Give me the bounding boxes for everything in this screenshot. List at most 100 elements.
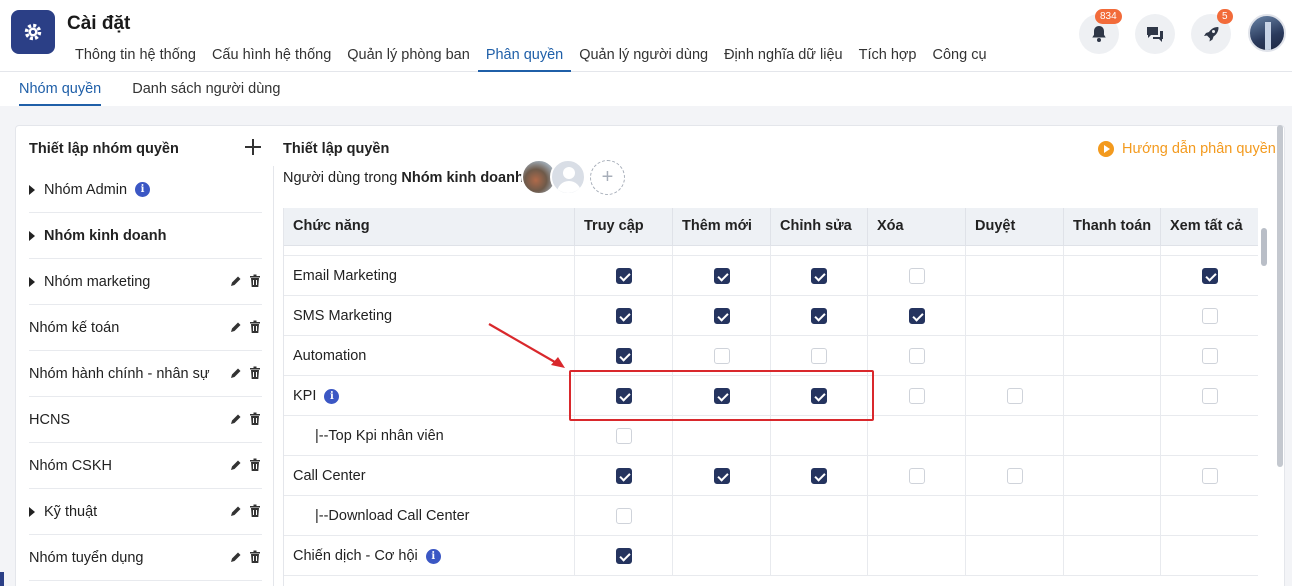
- permission-checkbox[interactable]: [811, 268, 827, 284]
- edit-pencil-icon[interactable]: [229, 504, 243, 518]
- nav-thong-tin-he-thong[interactable]: Thông tin hệ thống: [67, 38, 204, 72]
- annotation-highlight-box: [569, 370, 874, 421]
- permission-checkbox[interactable]: [615, 428, 632, 444]
- edit-pencil-icon[interactable]: [229, 320, 243, 334]
- settings-gear-icon[interactable]: [11, 10, 55, 54]
- permissions-title: Thiết lập quyền: [283, 141, 390, 157]
- permission-checkbox[interactable]: [908, 348, 925, 364]
- group-item-tuyen-dung[interactable]: Nhóm tuyển dụng: [29, 535, 262, 581]
- member-avatar-placeholder[interactable]: [550, 159, 586, 195]
- permission-checkbox[interactable]: [615, 348, 632, 364]
- edit-pencil-icon[interactable]: [229, 274, 243, 288]
- caret-right-icon[interactable]: [29, 230, 35, 241]
- trash-icon[interactable]: [248, 274, 262, 288]
- tab-nhom-quyen[interactable]: Nhóm quyền: [19, 72, 102, 106]
- permission-cell: [1064, 256, 1161, 296]
- nav-cong-cu[interactable]: Công cụ: [925, 38, 995, 72]
- permission-checkbox[interactable]: [1006, 388, 1023, 404]
- permission-checkbox[interactable]: [713, 468, 730, 484]
- rocket-badge: 5: [1217, 9, 1233, 24]
- messages-button[interactable]: [1135, 14, 1175, 54]
- group-item-hcns[interactable]: HCNS: [29, 397, 262, 443]
- table-row: Chiến dịch - Cơ hội i: [284, 536, 1258, 576]
- permissions-panel: Thiết lập nhóm quyền Nhóm Admin i Nhóm k…: [15, 125, 1285, 586]
- page-scrollbar[interactable]: [1277, 125, 1283, 467]
- group-label: Nhóm CSKH: [29, 457, 112, 474]
- permission-checkbox[interactable]: [1201, 348, 1218, 364]
- caret-right-icon[interactable]: [29, 184, 35, 195]
- permission-checkbox[interactable]: [811, 348, 827, 364]
- permission-checkbox[interactable]: [615, 508, 632, 524]
- permission-checkbox[interactable]: [713, 268, 730, 284]
- user-avatar[interactable]: [1248, 14, 1286, 52]
- info-icon[interactable]: i: [324, 388, 340, 404]
- table-row-partial: [284, 246, 1258, 256]
- info-icon[interactable]: i: [135, 182, 151, 197]
- group-label: Nhóm tuyển dụng: [29, 549, 144, 566]
- nav-dinh-nghia-du-lieu[interactable]: Định nghĩa dữ liệu: [716, 38, 851, 72]
- group-item-ke-toan[interactable]: Nhóm kế toán: [29, 305, 262, 351]
- function-name: KPI i: [284, 376, 575, 416]
- permission-checkbox[interactable]: [615, 308, 632, 324]
- column-header: Thanh toán: [1064, 208, 1161, 246]
- group-item-hanh-chinh-nhan-su[interactable]: Nhóm hành chính - nhân sự: [29, 351, 262, 397]
- permission-checkbox[interactable]: [1201, 468, 1218, 484]
- permission-checkbox[interactable]: [811, 308, 827, 324]
- permission-checkbox[interactable]: [1006, 468, 1023, 484]
- tab-danh-sach-nguoi-dung[interactable]: Danh sách người dùng: [132, 72, 280, 106]
- permission-cell: [1064, 496, 1161, 536]
- permission-checkbox[interactable]: [908, 308, 925, 324]
- panel-divider: [273, 166, 274, 586]
- plus-icon: [245, 139, 261, 155]
- permission-cell: [1064, 456, 1161, 496]
- add-group-button[interactable]: [242, 136, 264, 158]
- permission-checkbox[interactable]: [615, 268, 632, 284]
- nav-phan-quyen[interactable]: Phân quyền: [477, 38, 572, 72]
- caret-right-icon[interactable]: [29, 276, 35, 287]
- trash-icon[interactable]: [248, 504, 262, 518]
- permission-checkbox[interactable]: [713, 348, 730, 364]
- nav-cau-hinh-he-thong[interactable]: Cấu hình hệ thống: [204, 38, 339, 72]
- trash-icon[interactable]: [248, 550, 262, 564]
- nav-quan-ly-phong-ban[interactable]: Quản lý phòng ban: [339, 38, 478, 72]
- edit-pencil-icon[interactable]: [229, 366, 243, 380]
- edit-pencil-icon[interactable]: [229, 458, 243, 472]
- notifications-button[interactable]: 834: [1079, 9, 1122, 54]
- function-name: Call Center: [284, 456, 575, 496]
- group-label: HCNS: [29, 411, 71, 428]
- add-member-button[interactable]: +: [590, 160, 625, 195]
- group-item-admin[interactable]: Nhóm Admin i: [29, 167, 262, 213]
- permission-checkbox[interactable]: [1201, 268, 1218, 284]
- nav-quan-ly-nguoi-dung[interactable]: Quản lý người dùng: [571, 38, 716, 72]
- permission-cell: [575, 416, 673, 456]
- permission-checkbox[interactable]: [615, 548, 632, 564]
- guide-link[interactable]: Hướng dẫn phân quyền: [1098, 141, 1276, 157]
- rocket-button[interactable]: 5: [1191, 9, 1233, 54]
- trash-icon[interactable]: [248, 366, 262, 380]
- permission-checkbox[interactable]: [713, 308, 730, 324]
- edit-pencil-icon[interactable]: [229, 550, 243, 564]
- group-item-marketing[interactable]: Nhóm marketing: [29, 259, 262, 305]
- nav-tich-hop[interactable]: Tích hợp: [851, 38, 925, 72]
- notifications-badge: 834: [1095, 9, 1122, 24]
- group-item-cskh[interactable]: Nhóm CSKH: [29, 443, 262, 489]
- permission-cell: [868, 376, 966, 416]
- trash-icon[interactable]: [248, 458, 262, 472]
- column-header: Chức năng: [284, 208, 575, 246]
- trash-icon[interactable]: [248, 320, 262, 334]
- group-item-kinh-doanh[interactable]: Nhóm kinh doanh: [29, 213, 262, 259]
- info-icon[interactable]: i: [425, 548, 441, 564]
- permission-checkbox[interactable]: [615, 468, 632, 484]
- permission-checkbox[interactable]: [908, 468, 925, 484]
- table-scrollbar[interactable]: [1261, 228, 1267, 266]
- edit-pencil-icon[interactable]: [229, 412, 243, 426]
- caret-right-icon[interactable]: [29, 506, 35, 517]
- permission-checkbox[interactable]: [908, 388, 925, 404]
- permission-cell: [966, 536, 1064, 576]
- permission-checkbox[interactable]: [1201, 388, 1218, 404]
- group-item-ky-thuat[interactable]: Kỹ thuật: [29, 489, 262, 535]
- permission-checkbox[interactable]: [811, 468, 827, 484]
- trash-icon[interactable]: [248, 412, 262, 426]
- permission-checkbox[interactable]: [1201, 308, 1218, 324]
- permission-checkbox[interactable]: [908, 268, 925, 284]
